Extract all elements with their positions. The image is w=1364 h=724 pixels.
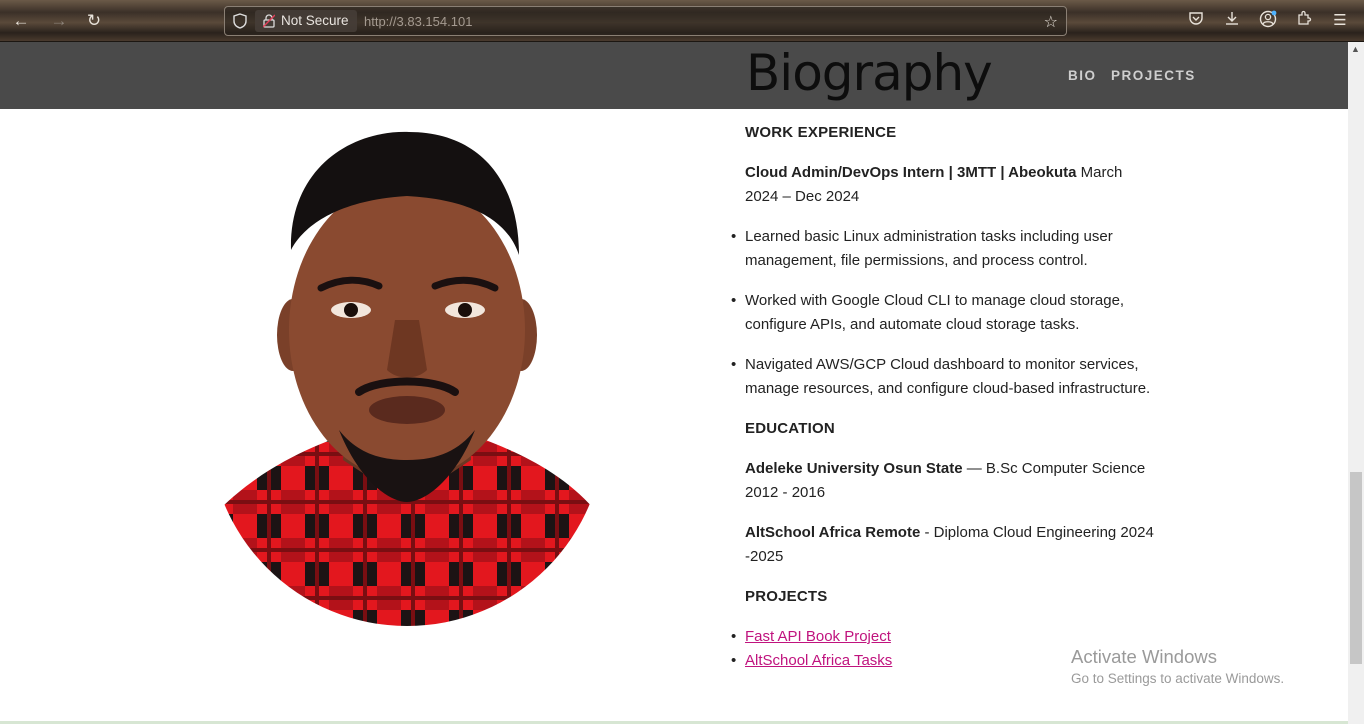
site-header: Biography BIO PROJECTS — [0, 42, 1348, 109]
scroll-up-arrow[interactable]: ▲ — [1351, 44, 1360, 54]
activation-watermark-subtitle: Go to Settings to activate Windows. — [1071, 671, 1285, 686]
education-entry: AltSchool Africa Remote - Diploma Cloud … — [745, 521, 1155, 569]
pocket-icon[interactable] — [1185, 10, 1207, 32]
school-name: AltSchool Africa Remote — [745, 524, 921, 541]
account-icon[interactable] — [1257, 10, 1279, 32]
address-bar[interactable]: Not Secure http://3.83.154.101 ☆ — [224, 6, 1067, 36]
work-experience-heading: WORK EXPERIENCE — [745, 124, 897, 141]
education-heading: EDUCATION — [745, 420, 835, 437]
menu-icon[interactable]: ☰ — [1329, 10, 1351, 32]
url-text[interactable]: http://3.83.154.101 — [364, 14, 472, 29]
lock-icon — [263, 14, 275, 28]
activation-watermark-title: Activate Windows — [1071, 646, 1217, 667]
resume-content: WORK EXPERIENCE Cloud Admin/DevOps Inter… — [731, 121, 1155, 673]
list-item: Worked with Google Cloud CLI to manage c… — [731, 289, 1155, 337]
star-icon[interactable]: ☆ — [1044, 12, 1058, 32]
security-label: Not Secure — [281, 13, 349, 28]
forward-icon[interactable]: → — [48, 10, 70, 32]
list-item: Learned basic Linux administration tasks… — [731, 225, 1155, 273]
browser-toolbar: ← → ↻ Not Secure http://3.83.154.101 ☆ ☰ — [0, 0, 1364, 42]
list-item: Navigated AWS/GCP Cloud dashboard to mon… — [731, 353, 1155, 401]
job-title: Cloud Admin/DevOps Intern | 3MTT | Abeok… — [745, 164, 1077, 181]
project-link-fastapi[interactable]: Fast API Book Project — [745, 628, 891, 645]
security-indicator[interactable]: Not Secure — [255, 10, 357, 32]
projects-heading: PROJECTS — [745, 588, 828, 605]
job-entry: Cloud Admin/DevOps Intern | 3MTT | Abeok… — [745, 161, 1155, 209]
site-title: Biography — [746, 44, 993, 102]
nav-bio-link[interactable]: BIO — [1068, 68, 1097, 83]
scrollbar-thumb[interactable] — [1350, 472, 1362, 664]
back-icon[interactable]: ← — [10, 10, 32, 32]
nav-projects-link[interactable]: PROJECTS — [1111, 68, 1196, 83]
school-name: Adeleke University Osun State — [745, 460, 963, 477]
extensions-icon[interactable] — [1293, 10, 1315, 32]
project-link-altschool[interactable]: AltSchool Africa Tasks — [745, 652, 892, 669]
reload-icon[interactable]: ↻ — [83, 10, 105, 32]
download-icon[interactable] — [1221, 10, 1243, 32]
education-entry: Adeleke University Osun State — B.Sc Com… — [745, 457, 1155, 505]
shield-icon[interactable] — [233, 13, 249, 29]
profile-photo — [209, 130, 605, 626]
page-scrollbar[interactable]: ▲ — [1348, 42, 1364, 724]
